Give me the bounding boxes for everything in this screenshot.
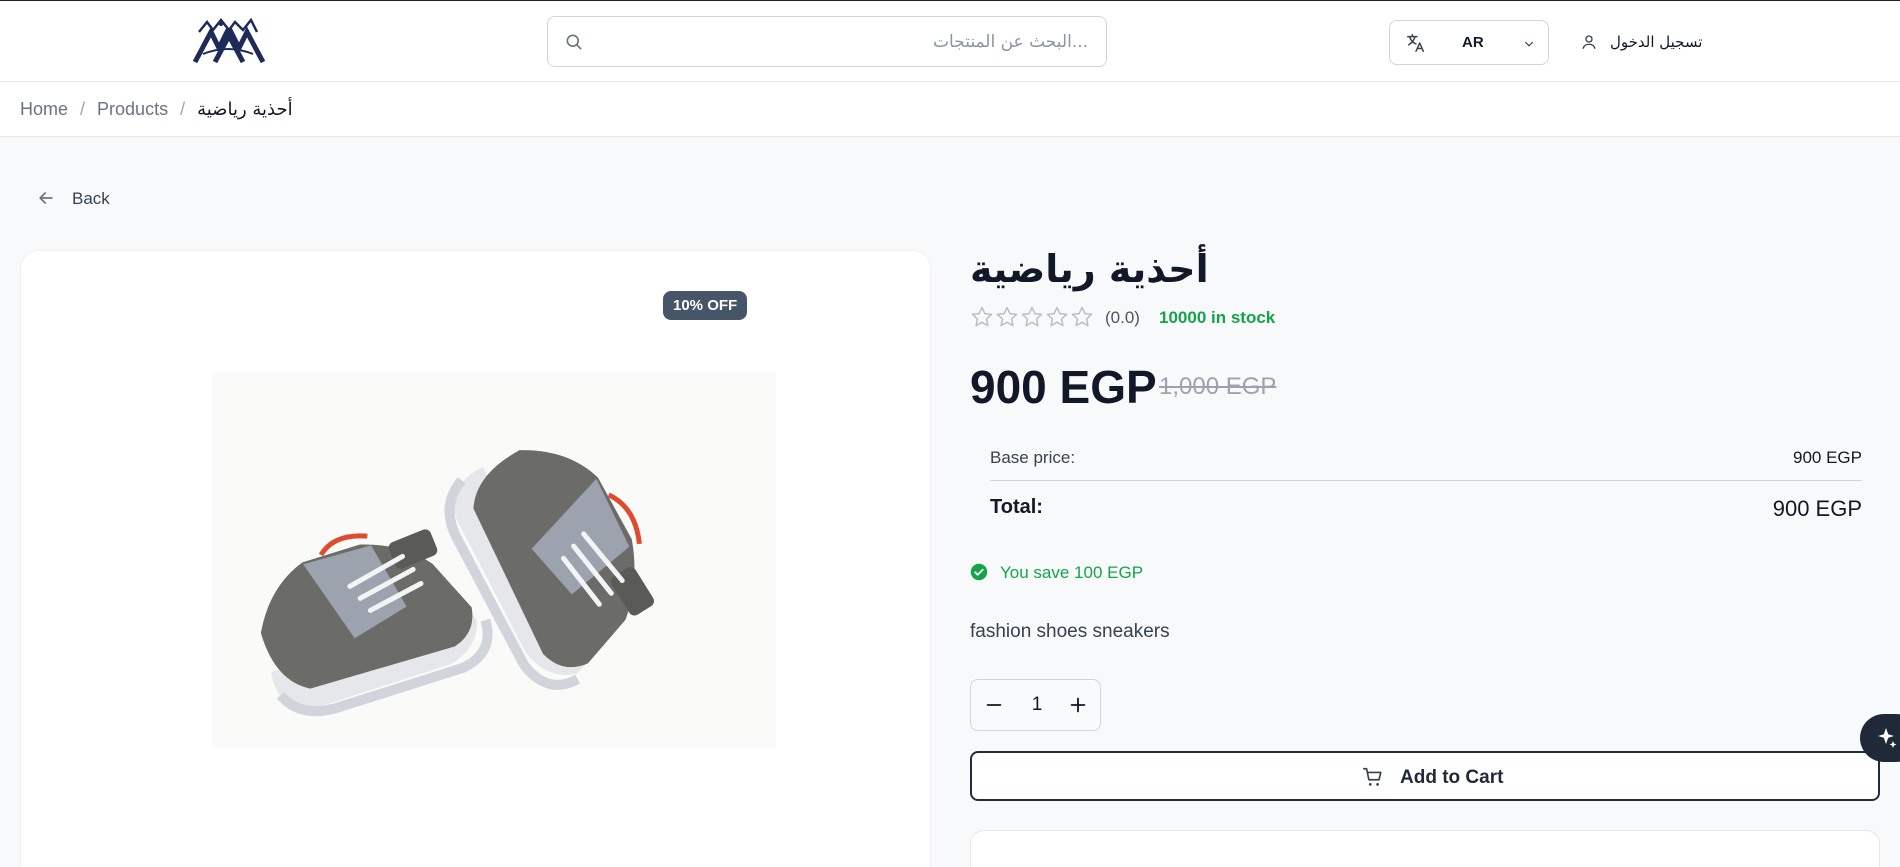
breadcrumb-separator: / xyxy=(80,99,86,119)
login-label: تسجيل الدخول xyxy=(1610,33,1703,51)
star-icon xyxy=(1046,306,1068,327)
translate-icon xyxy=(1407,34,1425,52)
ai-assistant-button[interactable] xyxy=(1860,714,1900,762)
product-image[interactable] xyxy=(212,373,776,747)
base-price-label: Base price: xyxy=(990,448,1076,467)
breadcrumb-separator: / xyxy=(180,99,186,119)
stock-status: 10000 in stock xyxy=(1159,308,1276,327)
breadcrumb-products[interactable]: Products xyxy=(97,99,168,119)
price-breakdown: Base price: 900 EGP Total: 900 EGP xyxy=(990,440,1862,540)
product-image-card: 10% OFF xyxy=(20,250,931,867)
divider xyxy=(990,480,1862,481)
logo-icon[interactable] xyxy=(189,17,267,66)
quantity-value[interactable]: 1 xyxy=(1026,694,1048,716)
language-code: AR xyxy=(1462,34,1484,51)
breadcrumb-current: أحذية رياضية xyxy=(197,99,293,120)
star-icon xyxy=(1071,306,1093,327)
product-title: أحذية رياضية xyxy=(970,247,1209,291)
base-price-value: 900 EGP xyxy=(1793,448,1862,467)
add-to-cart-button[interactable]: Add to Cart xyxy=(970,751,1880,801)
rating-stars xyxy=(970,305,1095,331)
add-to-cart-label: Add to Cart xyxy=(1400,767,1504,788)
original-price: 1,000 EGP xyxy=(1159,373,1277,400)
top-navbar: AR تسجيل الدخول xyxy=(0,0,1900,82)
quantity-stepper: 1 xyxy=(970,679,1101,731)
sparkle-icon xyxy=(1878,728,1897,748)
cart-icon xyxy=(1363,767,1382,786)
total-label: Total: xyxy=(990,496,1043,518)
total-row: Total: 900 EGP xyxy=(990,496,1862,524)
base-price-row: Base price: 900 EGP xyxy=(990,448,1862,472)
savings-text: You save 100 EGP xyxy=(1000,563,1144,582)
details-card xyxy=(970,830,1880,867)
check-circle-icon xyxy=(970,563,988,581)
plus-icon[interactable] xyxy=(1067,694,1089,716)
star-icon xyxy=(971,306,993,327)
total-value: 900 EGP xyxy=(1772,496,1862,521)
minus-icon[interactable] xyxy=(983,694,1005,716)
arrow-left-icon xyxy=(39,192,53,204)
star-icon xyxy=(996,306,1018,327)
rating-count: (0.0) xyxy=(1105,308,1140,327)
star-icon xyxy=(1021,306,1043,327)
user-icon xyxy=(1582,35,1596,49)
chevron-down-icon xyxy=(1524,41,1534,47)
product-description: fashion shoes sneakers xyxy=(970,621,1170,642)
breadcrumb: Home / Products / أحذية رياضية xyxy=(20,99,293,120)
back-label: Back xyxy=(72,189,110,208)
search-input[interactable] xyxy=(598,17,1088,66)
breadcrumb-bar: Home / Products / أحذية رياضية xyxy=(0,82,1900,137)
search-icon xyxy=(566,34,582,50)
current-price: 900 EGP xyxy=(970,361,1157,413)
language-selector[interactable]: AR xyxy=(1389,20,1549,65)
discount-badge: 10% OFF xyxy=(663,291,748,320)
search-bar xyxy=(547,16,1107,67)
breadcrumb-home[interactable]: Home xyxy=(20,99,68,119)
